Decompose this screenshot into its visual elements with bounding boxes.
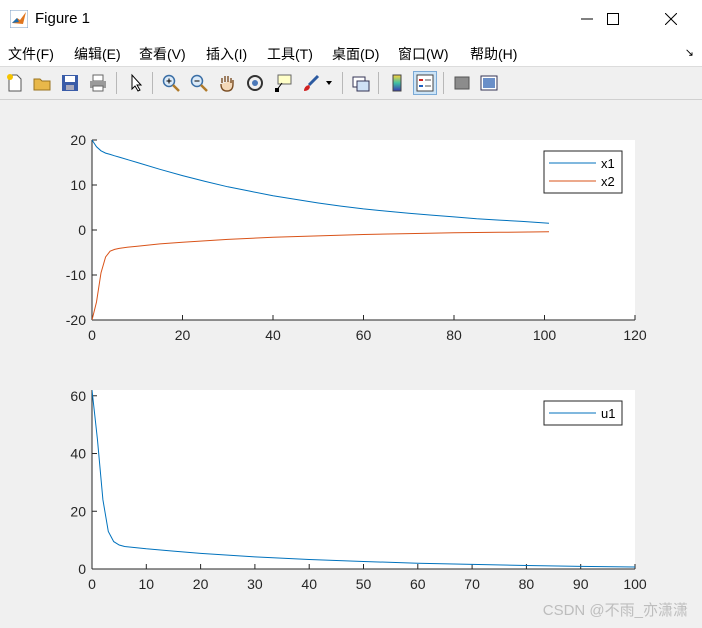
bottom-legend-label-u1: u1 <box>601 406 615 421</box>
top-y-tick-label: -20 <box>66 312 86 328</box>
top-x-tick-label: 100 <box>533 327 557 343</box>
bottom-x-tick-label: 40 <box>301 576 317 592</box>
top-series-x1-line <box>92 140 550 224</box>
bottom-y-tick-label: 60 <box>70 388 86 404</box>
bottom-x-tick-label: 80 <box>519 576 535 592</box>
bottom-x-tick-label: 90 <box>573 576 589 592</box>
top-legend-label-x1: x1 <box>601 156 615 171</box>
top-y-tick-label: 10 <box>70 177 86 193</box>
top-y-tick-label: 0 <box>78 222 86 238</box>
top-x-tick-label: 0 <box>88 327 96 343</box>
bottom-x-tick-label: 50 <box>356 576 372 592</box>
csdn-watermark: CSDN @不雨_亦潇潇 <box>542 602 688 619</box>
top-x-tick-label: 20 <box>175 327 191 343</box>
bottom-x-tick-label: 30 <box>247 576 263 592</box>
top-x-tick-label: 60 <box>356 327 372 343</box>
bottom-x-tick-label: 20 <box>193 576 209 592</box>
top-x-tick-label: 120 <box>623 327 647 343</box>
bottom-x-tick-label: 60 <box>410 576 426 592</box>
bottom-x-tick-label: 100 <box>623 576 647 592</box>
bottom-x-tick-label: 70 <box>464 576 480 592</box>
top-x-tick-label: 40 <box>265 327 281 343</box>
bottom-y-tick-label: 20 <box>70 503 86 519</box>
top-legend-label-x2: x2 <box>601 174 615 189</box>
top-y-tick-label: 20 <box>70 132 86 148</box>
top-series-x2-line <box>92 231 550 320</box>
bottom-x-tick-label: 10 <box>139 576 155 592</box>
top-x-tick-label: 80 <box>446 327 462 343</box>
top-y-tick-label: -10 <box>66 267 86 283</box>
bottom-y-tick-label: 40 <box>70 446 86 462</box>
bottom-x-tick-label: 0 <box>88 576 96 592</box>
bottom-y-tick-label: 0 <box>78 561 86 577</box>
figure-plots: 0 20 40 60 80 100 12020100-10-20x1x20 10 20 30 40 5… <box>66 132 647 592</box>
